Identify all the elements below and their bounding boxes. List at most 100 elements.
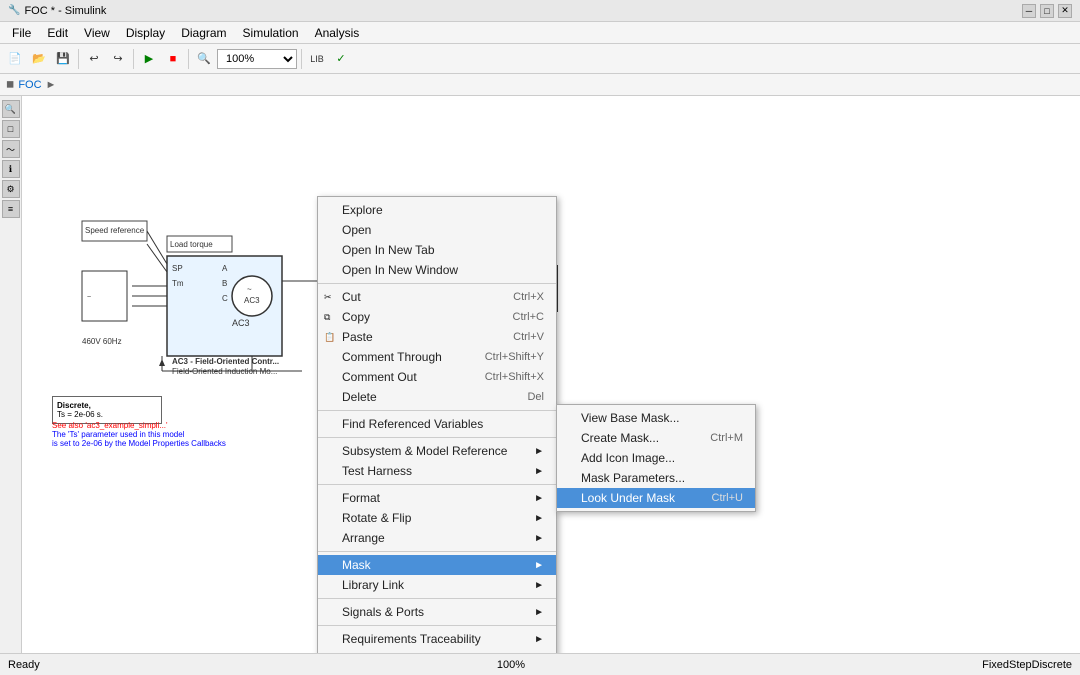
ctx-mask-label: Mask bbox=[342, 558, 371, 572]
copy-icon: ⧉ bbox=[324, 312, 330, 323]
submenu-view-base-mask[interactable]: View Base Mask... bbox=[557, 408, 755, 428]
ctx-copy-label: Copy bbox=[342, 310, 370, 324]
ctx-requirements[interactable]: Requirements Traceability ► bbox=[318, 629, 556, 649]
toolbar-sep-2 bbox=[133, 49, 134, 69]
title-bar: 🔧 FOC * - Simulink ─ □ ✕ bbox=[0, 0, 1080, 22]
ctx-explore-label: Explore bbox=[342, 203, 383, 217]
sidebar-block-icon[interactable]: □ bbox=[2, 120, 20, 138]
ctx-sep-6 bbox=[318, 598, 556, 599]
ctx-comment-through[interactable]: Comment Through Ctrl+Shift+Y bbox=[318, 347, 556, 367]
menu-simulation[interactable]: Simulation bbox=[235, 24, 307, 42]
svg-text:~: ~ bbox=[247, 285, 252, 294]
submenu-add-icon[interactable]: Add Icon Image... bbox=[557, 448, 755, 468]
title-bar-left: 🔧 FOC * - Simulink bbox=[8, 5, 106, 17]
open-button[interactable]: 📂 bbox=[28, 48, 50, 70]
toolbar-sep-3 bbox=[188, 49, 189, 69]
ctx-open-tab[interactable]: Open In New Tab bbox=[318, 240, 556, 260]
note-line1: The 'Ts' parameter used in this model bbox=[52, 430, 226, 439]
toolbar: 📄 📂 💾 ↩ ↪ ▶ ■ 🔍 100% 75% 150% LIB ✓ bbox=[0, 44, 1080, 74]
sidebar-signal-icon[interactable]: 〜 bbox=[2, 140, 20, 158]
undo-button[interactable]: ↩ bbox=[83, 48, 105, 70]
ctx-requirements-arrow: ► bbox=[534, 634, 544, 645]
toolbar-sep-1 bbox=[78, 49, 79, 69]
ctx-open[interactable]: Open bbox=[318, 220, 556, 240]
svg-text:A: A bbox=[222, 264, 228, 273]
window-title: FOC * - Simulink bbox=[24, 5, 106, 17]
note-line2: is set to 2e-06 by the Model Properties … bbox=[52, 439, 226, 448]
ctx-sep-7 bbox=[318, 625, 556, 626]
menu-file[interactable]: File bbox=[4, 24, 39, 42]
ctx-delete-label: Delete bbox=[342, 390, 377, 404]
discrete-title: Discrete, bbox=[57, 401, 157, 410]
breadcrumb-foc[interactable]: FOC bbox=[18, 79, 41, 91]
menu-display[interactable]: Display bbox=[118, 24, 173, 42]
redo-button[interactable]: ↪ bbox=[107, 48, 129, 70]
menu-view[interactable]: View bbox=[76, 24, 118, 42]
submenu-look-under-mask[interactable]: Look Under Mask Ctrl+U bbox=[557, 488, 755, 508]
zoom-dropdown[interactable]: 100% 75% 150% bbox=[217, 49, 297, 69]
ctx-copy[interactable]: ⧉ Copy Ctrl+C bbox=[318, 307, 556, 327]
ctx-find-vars-label: Find Referenced Variables bbox=[342, 417, 483, 431]
ctx-subsystem-label: Subsystem & Model Reference bbox=[342, 444, 507, 458]
ctx-copy-shortcut: Ctrl+C bbox=[513, 311, 544, 323]
ctx-delete[interactable]: Delete Del bbox=[318, 387, 556, 407]
close-button[interactable]: ✕ bbox=[1058, 4, 1072, 18]
submenu-create-mask[interactable]: Create Mask... Ctrl+M bbox=[557, 428, 755, 448]
stop-button[interactable]: ■ bbox=[162, 48, 184, 70]
ctx-signals-ports[interactable]: Signals & Ports ► bbox=[318, 602, 556, 622]
check-button[interactable]: ✓ bbox=[330, 48, 352, 70]
sidebar-list-icon[interactable]: ≡ bbox=[2, 200, 20, 218]
ctx-subsystem[interactable]: Subsystem & Model Reference ► bbox=[318, 441, 556, 461]
svg-text:~: ~ bbox=[87, 294, 91, 301]
ctx-linear-analysis[interactable]: Linear Analysis bbox=[318, 649, 556, 653]
svg-text:460V 60Hz: 460V 60Hz bbox=[82, 337, 122, 346]
ctx-library-link[interactable]: Library Link ► bbox=[318, 575, 556, 595]
ctx-cut[interactable]: ✂ Cut Ctrl+X bbox=[318, 287, 556, 307]
submenu-look-under-mask-label: Look Under Mask bbox=[581, 491, 675, 505]
ctx-linear-analysis-label: Linear Analysis bbox=[342, 652, 423, 653]
breadcrumb-foc-label: FOC bbox=[18, 79, 41, 91]
menu-diagram[interactable]: Diagram bbox=[173, 24, 234, 42]
ctx-explore[interactable]: Explore bbox=[318, 200, 556, 220]
ctx-comment-out-shortcut: Ctrl+Shift+X bbox=[485, 371, 544, 383]
ctx-sep-3 bbox=[318, 437, 556, 438]
ctx-comment-out[interactable]: Comment Out Ctrl+Shift+X bbox=[318, 367, 556, 387]
svg-text:Tm: Tm bbox=[172, 279, 184, 288]
see-also-link[interactable]: See also 'ac3_example_simpli...' bbox=[52, 421, 226, 430]
ctx-open-window[interactable]: Open In New Window bbox=[318, 260, 556, 280]
ctx-requirements-label: Requirements Traceability bbox=[342, 632, 481, 646]
ctx-cut-shortcut: Ctrl+X bbox=[513, 291, 544, 303]
ctx-paste[interactable]: 📋 Paste Ctrl+V bbox=[318, 327, 556, 347]
svg-text:Speed reference: Speed reference bbox=[85, 226, 145, 235]
ctx-comment-through-label: Comment Through bbox=[342, 350, 442, 364]
ctx-paste-shortcut: Ctrl+V bbox=[513, 331, 544, 343]
window-controls[interactable]: ─ □ ✕ bbox=[1022, 4, 1072, 18]
discrete-ts: Ts = 2e-06 s. bbox=[57, 410, 157, 419]
run-button[interactable]: ▶ bbox=[138, 48, 160, 70]
submenu-create-mask-shortcut: Ctrl+M bbox=[710, 432, 743, 444]
submenu-mask-params[interactable]: Mask Parameters... bbox=[557, 468, 755, 488]
menu-edit[interactable]: Edit bbox=[39, 24, 76, 42]
save-button[interactable]: 💾 bbox=[52, 48, 74, 70]
minimize-button[interactable]: ─ bbox=[1022, 4, 1036, 18]
ctx-test-harness[interactable]: Test Harness ► bbox=[318, 461, 556, 481]
ctx-arrange[interactable]: Arrange ► bbox=[318, 528, 556, 548]
ctx-format-label: Format bbox=[342, 491, 380, 505]
ctx-mask[interactable]: Mask ► bbox=[318, 555, 556, 575]
sidebar-settings-icon[interactable]: ⚙ bbox=[2, 180, 20, 198]
svg-text:Load torque: Load torque bbox=[170, 240, 213, 249]
svg-text:C: C bbox=[222, 294, 228, 303]
canvas-area[interactable]: Speed reference Load torque SP Tm A B C … bbox=[22, 96, 1080, 653]
ctx-find-vars[interactable]: Find Referenced Variables bbox=[318, 414, 556, 434]
ctx-rotate[interactable]: Rotate & Flip ► bbox=[318, 508, 556, 528]
maximize-button[interactable]: □ bbox=[1040, 4, 1054, 18]
new-button[interactable]: 📄 bbox=[4, 48, 26, 70]
sidebar-info-icon[interactable]: ℹ bbox=[2, 160, 20, 178]
ctx-format[interactable]: Format ► bbox=[318, 488, 556, 508]
menu-analysis[interactable]: Analysis bbox=[307, 24, 368, 42]
zoom-in-button[interactable]: 🔍 bbox=[193, 48, 215, 70]
library-button[interactable]: LIB bbox=[306, 48, 328, 70]
discrete-note: See also 'ac3_example_simpli...' The 'Ts… bbox=[52, 421, 226, 448]
sidebar-search-icon[interactable]: 🔍 bbox=[2, 100, 20, 118]
ctx-sep-5 bbox=[318, 551, 556, 552]
